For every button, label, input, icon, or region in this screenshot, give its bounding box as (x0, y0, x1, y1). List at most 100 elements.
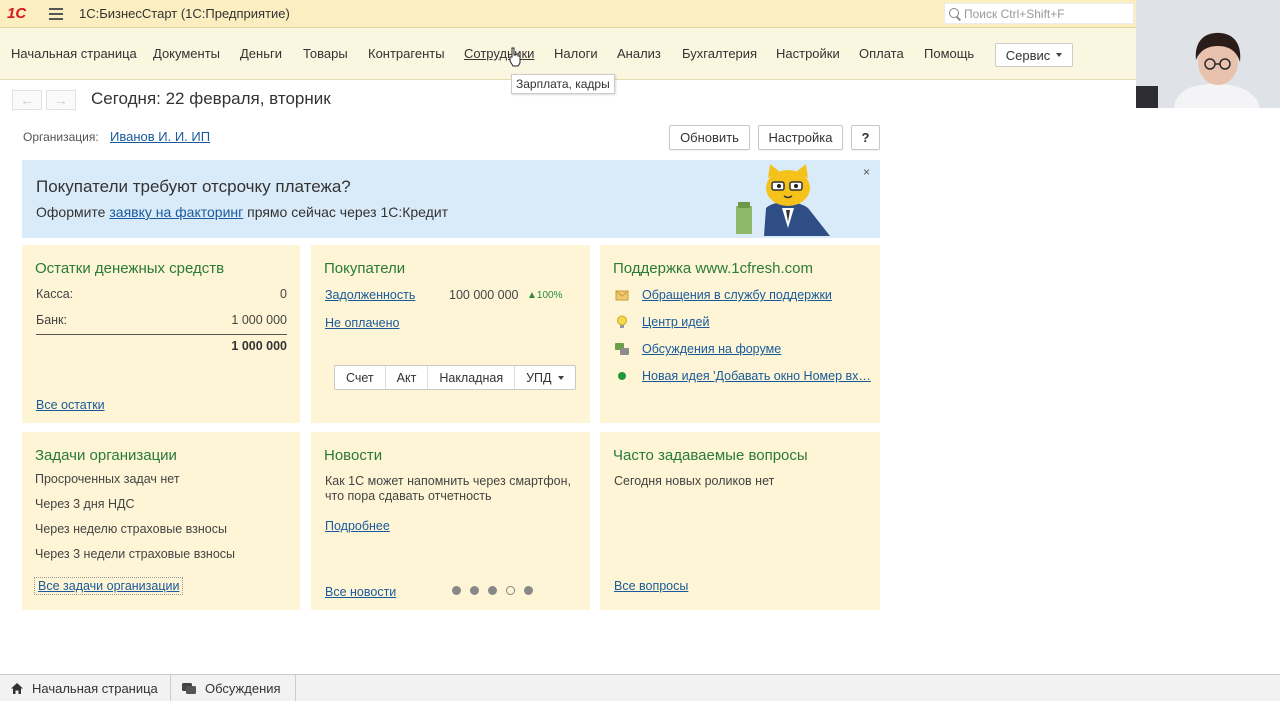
debt-change: ▲100% (527, 290, 563, 301)
support-requests-link[interactable]: Обращения в службу поддержки (642, 288, 832, 302)
forward-button[interactable]: → (46, 90, 76, 110)
promo-banner: Покупатели требуют отсрочку платежа? Офо… (22, 160, 880, 238)
upd-button[interactable]: УПД (515, 366, 574, 389)
back-button[interactable]: ← (12, 90, 42, 110)
tasks-card: Задачи организации Просроченных задач не… (22, 432, 300, 610)
upd-label: УПД (526, 370, 552, 385)
faq-text: Сегодня новых роликов нет (614, 474, 775, 488)
banner-text-before: Оформите (36, 204, 110, 220)
menu-item-settings[interactable]: Настройки (776, 46, 840, 61)
all-news-link[interactable]: Все новости (325, 585, 396, 599)
menu-item-goods[interactable]: Товары (303, 46, 348, 61)
debt-link[interactable]: Задолженность (325, 288, 415, 302)
cash-card-title: Остатки денежных средств (35, 260, 225, 277)
search-icon (949, 7, 961, 20)
news-more-link[interactable]: Подробнее (325, 519, 390, 533)
total-divider (36, 334, 287, 335)
refresh-button[interactable]: Обновить (669, 125, 750, 150)
task-item: Через 3 дня НДС (35, 497, 135, 511)
chevron-down-icon (557, 375, 564, 380)
menu-burger-icon[interactable] (49, 7, 63, 20)
menu-item-help[interactable]: Помощь (924, 46, 974, 61)
new-idea-link[interactable]: Новая идея 'Добавать окно Номер вх… (642, 369, 871, 383)
menu-item-analysis[interactable]: Анализ (617, 46, 661, 61)
all-tasks-link[interactable]: Все задачи организации (34, 577, 184, 595)
carousel-dot[interactable] (470, 586, 479, 595)
page-title: Сегодня: 22 февраля, вторник (91, 89, 331, 108)
buyers-card-title: Покупатели (324, 260, 406, 277)
faq-card-title: Часто задаваемые вопросы (613, 447, 808, 464)
search-input[interactable]: Поиск Ctrl+Shift+F (944, 3, 1134, 24)
envelope-icon (615, 290, 629, 301)
support-card: Поддержка www.1cfresh.com Обращения в сл… (600, 245, 880, 423)
cash-total: 1 000 000 (231, 339, 287, 353)
tab-home-page[interactable]: Начальная страница (0, 675, 171, 701)
banner-title: Покупатели требуют отсрочку платежа? (36, 177, 351, 196)
hand-cursor-icon (509, 47, 521, 67)
debt-value: 100 000 000 (449, 288, 519, 302)
lightbulb-icon (617, 315, 627, 328)
menu-item-documents[interactable]: Документы (153, 46, 220, 61)
organization-link[interactable]: Иванов И. И. ИП (110, 129, 210, 144)
unpaid-link[interactable]: Не оплачено (325, 316, 399, 330)
all-questions-link[interactable]: Все вопросы (614, 579, 688, 593)
menu-item-counterparties[interactable]: Контрагенты (368, 46, 445, 61)
chevron-down-icon (1056, 53, 1063, 57)
all-balances-link[interactable]: Все остатки (36, 398, 105, 412)
bank-row-label: Банк: (36, 313, 67, 327)
invoice-button[interactable]: Счет (335, 366, 386, 389)
tab-discussions[interactable]: Обсуждения (171, 675, 296, 701)
document-buttons: Счет Акт Накладная УПД (334, 365, 576, 390)
settings-button[interactable]: Настройка (758, 125, 843, 150)
organization-label: Организация: (23, 130, 99, 144)
menu-item-payment[interactable]: Оплата (859, 46, 904, 61)
menu-item-accounting[interactable]: Бухгалтерия (682, 46, 757, 61)
carousel-dot[interactable] (488, 586, 497, 595)
buyers-card: Покупатели Задолженность 100 000 000 ▲10… (311, 245, 590, 423)
cash-row-label: Касса: (36, 287, 74, 301)
forum-link[interactable]: Обсуждения на форуме (642, 342, 781, 356)
cat-mascot-icon (736, 164, 830, 236)
menu-item-employees[interactable]: Сотрудники (464, 46, 534, 61)
bank-row-value: 1 000 000 (231, 313, 287, 327)
green-dot-icon (618, 372, 626, 380)
cash-balances-card: Остатки денежных средств Касса: 0 Банк: … (22, 245, 300, 423)
ideas-center-link[interactable]: Центр идей (642, 315, 709, 329)
task-item: Через 3 недели страховые взносы (35, 547, 236, 561)
faq-card: Часто задаваемые вопросы Сегодня новых р… (600, 432, 880, 610)
close-icon[interactable]: × (863, 165, 870, 179)
banner-text: Оформите заявку на факторинг прямо сейча… (36, 204, 448, 220)
presenter-image (1136, 0, 1280, 108)
waybill-button[interactable]: Накладная (428, 366, 516, 389)
act-button[interactable]: Акт (386, 366, 429, 389)
menu-item-money[interactable]: Деньги (240, 46, 282, 61)
support-card-title: Поддержка www.1cfresh.com (613, 260, 813, 277)
carousel-dot[interactable] (452, 586, 461, 595)
news-text: Как 1С может напомнить через смартфон, ч… (325, 474, 572, 503)
home-icon (11, 682, 23, 694)
open-windows-bar: Начальная страница Обсуждения (0, 674, 1280, 720)
tab-home-label: Начальная страница (32, 680, 158, 696)
search-placeholder: Поиск Ctrl+Shift+F (964, 6, 1065, 21)
task-item: Просроченных задач нет (35, 472, 180, 486)
service-button[interactable]: Сервис (995, 43, 1073, 67)
news-carousel-dots (452, 586, 533, 595)
menu-tooltip: Зарплата, кадры (511, 74, 615, 94)
carousel-dot[interactable] (506, 586, 515, 595)
tab-discussions-label: Обсуждения (205, 680, 281, 696)
tasks-card-title: Задачи организации (35, 447, 177, 464)
factoring-link[interactable]: заявку на факторинг (109, 204, 243, 220)
menu-item-taxes[interactable]: Налоги (554, 46, 598, 61)
carousel-dot[interactable] (524, 586, 533, 595)
service-label: Сервис (1005, 47, 1051, 63)
title-bar: 1С 1С:БизнесСтарт (1С:Предприятие) Поиск… (0, 0, 1136, 28)
app-logo: 1С (7, 4, 27, 22)
forum-icon (615, 343, 629, 355)
main-menu: Начальная страница Документы Деньги Това… (0, 28, 1136, 80)
banner-text-after: прямо сейчас через 1С:Кредит (243, 204, 449, 220)
cash-row-value: 0 (280, 287, 287, 301)
webcam-video (1136, 0, 1280, 108)
menu-item-home[interactable]: Начальная страница (11, 46, 137, 61)
app-title: 1С:БизнесСтарт (1С:Предприятие) (79, 6, 290, 21)
help-button[interactable]: ? (851, 125, 880, 150)
